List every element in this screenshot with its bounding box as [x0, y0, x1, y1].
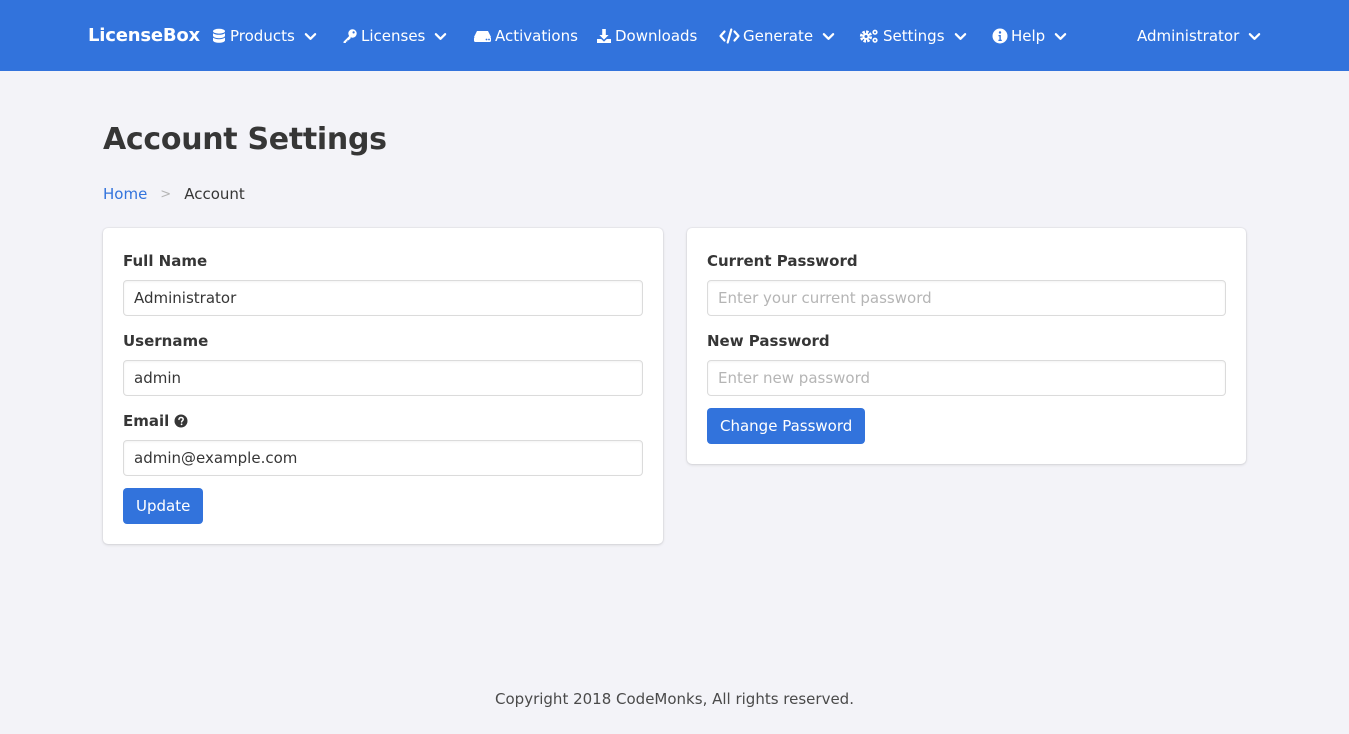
- nav-downloads[interactable]: Downloads: [596, 26, 697, 46]
- current-password-label-text: Current Password: [707, 252, 858, 270]
- new-password-label-text: New Password: [707, 332, 830, 350]
- nav-downloads-label: Downloads: [615, 27, 698, 45]
- breadcrumb-separator: >: [160, 186, 172, 202]
- full-name-field[interactable]: [123, 280, 643, 316]
- breadcrumb-current: Account: [184, 185, 245, 203]
- email-label-text: Email: [123, 412, 170, 430]
- email-label: Email: [123, 412, 188, 430]
- hdd-icon: [473, 28, 492, 44]
- top-navbar: LicenseBox Products Licenses Activations…: [0, 0, 1349, 71]
- account-details-card: Full Name Username Email Update: [103, 228, 663, 544]
- page-title: Account Settings: [103, 122, 387, 157]
- full-name-label: Full Name: [123, 252, 207, 270]
- chevron-down-icon: [822, 30, 835, 43]
- nav-licenses[interactable]: Licenses: [342, 26, 447, 46]
- nav-products[interactable]: Products: [211, 26, 317, 46]
- chevron-down-icon: [434, 30, 447, 43]
- nav-licenses-label: Licenses: [361, 27, 426, 45]
- current-password-field[interactable]: [707, 280, 1226, 316]
- nav-settings-label: Settings: [883, 27, 945, 45]
- brand-logo[interactable]: LicenseBox: [88, 25, 200, 46]
- nav-help[interactable]: Help: [992, 26, 1067, 46]
- code-icon: [719, 28, 740, 44]
- new-password-field[interactable]: [707, 360, 1226, 396]
- info-circle-icon: [992, 28, 1008, 44]
- change-password-button[interactable]: Change Password: [707, 408, 866, 444]
- breadcrumb: Home > Account: [103, 185, 245, 203]
- nav-products-label: Products: [230, 27, 295, 45]
- database-icon: [211, 28, 227, 44]
- nav-settings[interactable]: Settings: [859, 26, 967, 46]
- nav-generate-label: Generate: [743, 27, 814, 45]
- nav-activations[interactable]: Activations: [473, 26, 578, 46]
- nav-activations-label: Activations: [495, 27, 578, 45]
- footer-copyright: Copyright 2018 CodeMonks, All rights res…: [495, 690, 854, 708]
- user-menu[interactable]: Administrator: [1137, 26, 1261, 46]
- full-name-label-text: Full Name: [123, 252, 208, 270]
- chevron-down-icon: [954, 30, 967, 43]
- update-button[interactable]: Update: [123, 488, 204, 524]
- current-password-label: Current Password: [707, 252, 858, 270]
- nav-help-label: Help: [1011, 27, 1046, 45]
- breadcrumb-home-link[interactable]: Home: [103, 185, 147, 203]
- email-field[interactable]: [123, 440, 643, 476]
- chevron-down-icon: [304, 30, 317, 43]
- username-label-text: Username: [123, 332, 209, 350]
- nav-generate[interactable]: Generate: [719, 26, 835, 46]
- chevron-down-icon: [1248, 30, 1261, 43]
- download-icon: [596, 28, 612, 44]
- key-icon: [342, 28, 358, 44]
- new-password-label: New Password: [707, 332, 830, 350]
- question-circle-icon[interactable]: [174, 414, 188, 428]
- username-label: Username: [123, 332, 208, 350]
- cogs-icon: [859, 28, 880, 44]
- chevron-down-icon: [1054, 30, 1067, 43]
- change-password-card: Current Password New Password Change Pas…: [687, 228, 1246, 464]
- user-menu-label: Administrator: [1137, 27, 1240, 45]
- username-field[interactable]: [123, 360, 643, 396]
